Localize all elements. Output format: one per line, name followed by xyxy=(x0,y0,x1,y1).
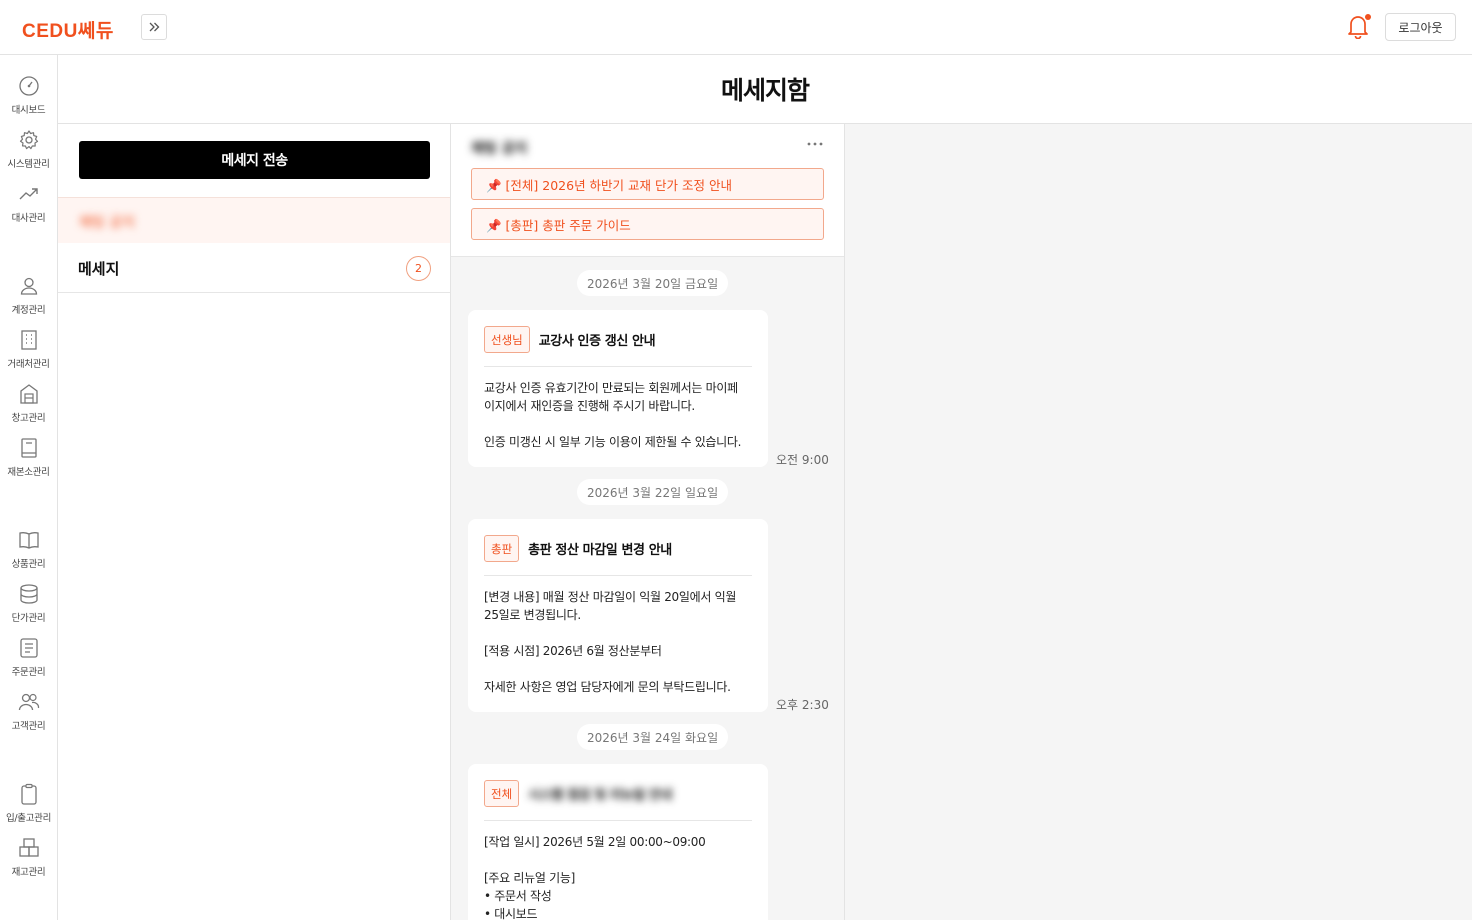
sidebar-item-label: 대사관리 xyxy=(11,213,46,224)
message-card[interactable]: 선생님 교강사 인증 갱신 안내 교강사 인증 유효기간이 만료되는 회원께서는… xyxy=(468,310,768,467)
sidebar-item-pricing[interactable]: 단가관리 xyxy=(0,583,57,624)
page-title: 메세지함 xyxy=(58,55,1472,124)
sidebar-item-inventory[interactable]: 재고관리 xyxy=(0,837,57,878)
sidebar-item-label: 단가관리 xyxy=(11,613,46,624)
database-icon xyxy=(19,584,38,604)
message-title: 교강사 인증 갱신 안내 xyxy=(538,334,656,349)
warehouse-icon xyxy=(19,384,38,404)
boxes-icon xyxy=(18,838,39,857)
sidebar-item-label: 시스템관리 xyxy=(7,159,50,170)
sidebar-item-label: 주문관리 xyxy=(11,667,46,678)
folder-item-messages[interactable]: 메세지 2 xyxy=(58,243,450,293)
trend-up-icon xyxy=(19,188,38,200)
more-horizontal-icon[interactable] xyxy=(806,140,824,148)
date-separator: 2026년 3월 22일 일요일 xyxy=(577,479,729,505)
sidebar-item-orders[interactable]: 주문관리 xyxy=(0,637,57,678)
audience-badge: 총판 xyxy=(484,535,520,562)
book-icon xyxy=(20,438,37,458)
message-card[interactable]: 총판 총판 정산 마감일 변경 안내 [변경 내용] 매월 정산 마감일이 익월… xyxy=(468,519,768,712)
sidebar-item-accounts[interactable]: 계정관리 xyxy=(0,275,57,316)
thread-header: 채팅 공지 📌 [전체] 2026년 하반기 교재 단가 조정 안내 📌 [총판… xyxy=(451,124,844,257)
message-body: [작업 일시] 2026년 5월 2일 00:00~09:00 [주요 리뉴얼 … xyxy=(484,835,706,920)
sidebar-item-label: 입/출고관리 xyxy=(5,813,52,824)
gear-icon xyxy=(19,130,38,150)
message-title: 총판 정산 마감일 변경 안내 xyxy=(528,543,672,558)
sidebar-item-clients[interactable]: 거래처관리 xyxy=(0,329,57,370)
top-bar: CEDU쎄듀 로그아웃 xyxy=(0,0,1472,55)
building-icon xyxy=(20,330,37,350)
divider xyxy=(484,366,752,367)
document-list-icon xyxy=(19,638,38,658)
audience-badge: 전체 xyxy=(484,780,520,807)
pinned-notice[interactable]: 📌 [전체] 2026년 하반기 교재 단가 조정 안내 xyxy=(471,168,824,200)
unread-count-badge: 2 xyxy=(406,256,431,281)
sidebar: 대시보드 시스템관리 대사관리 계정관리 거래처관리 창고관리 재본소관리 상품… xyxy=(0,55,58,920)
folder-item-label: 채팅 공지 xyxy=(79,215,135,231)
folder-item-notice-active[interactable]: 채팅 공지 xyxy=(58,197,450,243)
sidebar-item-customers[interactable]: 고객관리 xyxy=(0,691,57,732)
folder-item-label: 메세지 xyxy=(78,260,120,278)
user-icon xyxy=(20,277,37,295)
sidebar-item-label: 창고관리 xyxy=(11,413,46,424)
sidebar-item-binding[interactable]: 재본소관리 xyxy=(0,437,57,478)
sidebar-expand-button[interactable] xyxy=(141,14,167,40)
message-detail-panel xyxy=(845,124,1472,920)
sidebar-item-inout[interactable]: 입/출고관리 xyxy=(0,783,57,824)
sidebar-item-label: 재고관리 xyxy=(11,867,46,878)
sidebar-item-label: 재본소관리 xyxy=(7,467,50,478)
sidebar-item-products[interactable]: 상품관리 xyxy=(0,529,57,570)
clipboard-icon xyxy=(20,783,37,805)
send-message-button[interactable]: 메세지 전송 xyxy=(79,141,430,179)
message-time: 오후 2:30 xyxy=(776,698,829,712)
divider xyxy=(484,820,752,821)
sidebar-item-label: 상품관리 xyxy=(11,559,46,570)
date-separator: 2026년 3월 24일 화요일 xyxy=(577,724,729,750)
thread-title: 채팅 공지 xyxy=(471,141,528,157)
sidebar-item-system[interactable]: 시스템관리 xyxy=(0,129,57,170)
sidebar-item-settlement[interactable]: 대사관리 xyxy=(0,183,57,224)
dashboard-gauge-icon xyxy=(18,76,39,96)
audience-badge: 선생님 xyxy=(484,326,530,353)
sidebar-item-label: 계정관리 xyxy=(11,305,46,316)
sidebar-item-label: 대시보드 xyxy=(11,105,46,116)
sidebar-item-label: 거래처관리 xyxy=(7,359,50,370)
message-body: [변경 내용] 매월 정산 마감일이 익월 20일에서 익월 25일로 변경됩니… xyxy=(484,590,737,694)
pinned-notice[interactable]: 📌 [총판] 총판 주문 가이드 xyxy=(471,208,824,240)
chevrons-right-icon xyxy=(149,22,160,32)
date-separator: 2026년 3월 20일 금요일 xyxy=(577,270,729,296)
sidebar-item-warehouse[interactable]: 창고관리 xyxy=(0,383,57,424)
logo[interactable]: CEDU쎄듀 xyxy=(22,16,114,43)
message-body: 교강사 인증 유효기간이 만료되는 회원께서는 마이페 이지에서 재인증을 진행… xyxy=(484,381,742,449)
divider xyxy=(484,575,752,576)
message-time: 오전 9:00 xyxy=(776,453,829,467)
message-card[interactable]: 전체 시스템 점검 및 리뉴얼 안내 [작업 일시] 2026년 5월 2일 0… xyxy=(468,764,768,920)
sidebar-item-label: 고객관리 xyxy=(11,721,46,732)
notification-dot xyxy=(1365,14,1371,20)
message-thread: 채팅 공지 📌 [전체] 2026년 하반기 교재 단가 조정 안내 📌 [총판… xyxy=(451,124,845,920)
message-title: 시스템 점검 및 리뉴얼 안내 xyxy=(528,788,672,803)
sidebar-item-dashboard[interactable]: 대시보드 xyxy=(0,75,57,116)
users-icon xyxy=(18,693,39,711)
folder-panel: 메세지 전송 채팅 공지 메세지 2 xyxy=(58,124,451,920)
logout-button[interactable]: 로그아웃 xyxy=(1385,13,1456,41)
open-book-icon xyxy=(18,532,39,549)
